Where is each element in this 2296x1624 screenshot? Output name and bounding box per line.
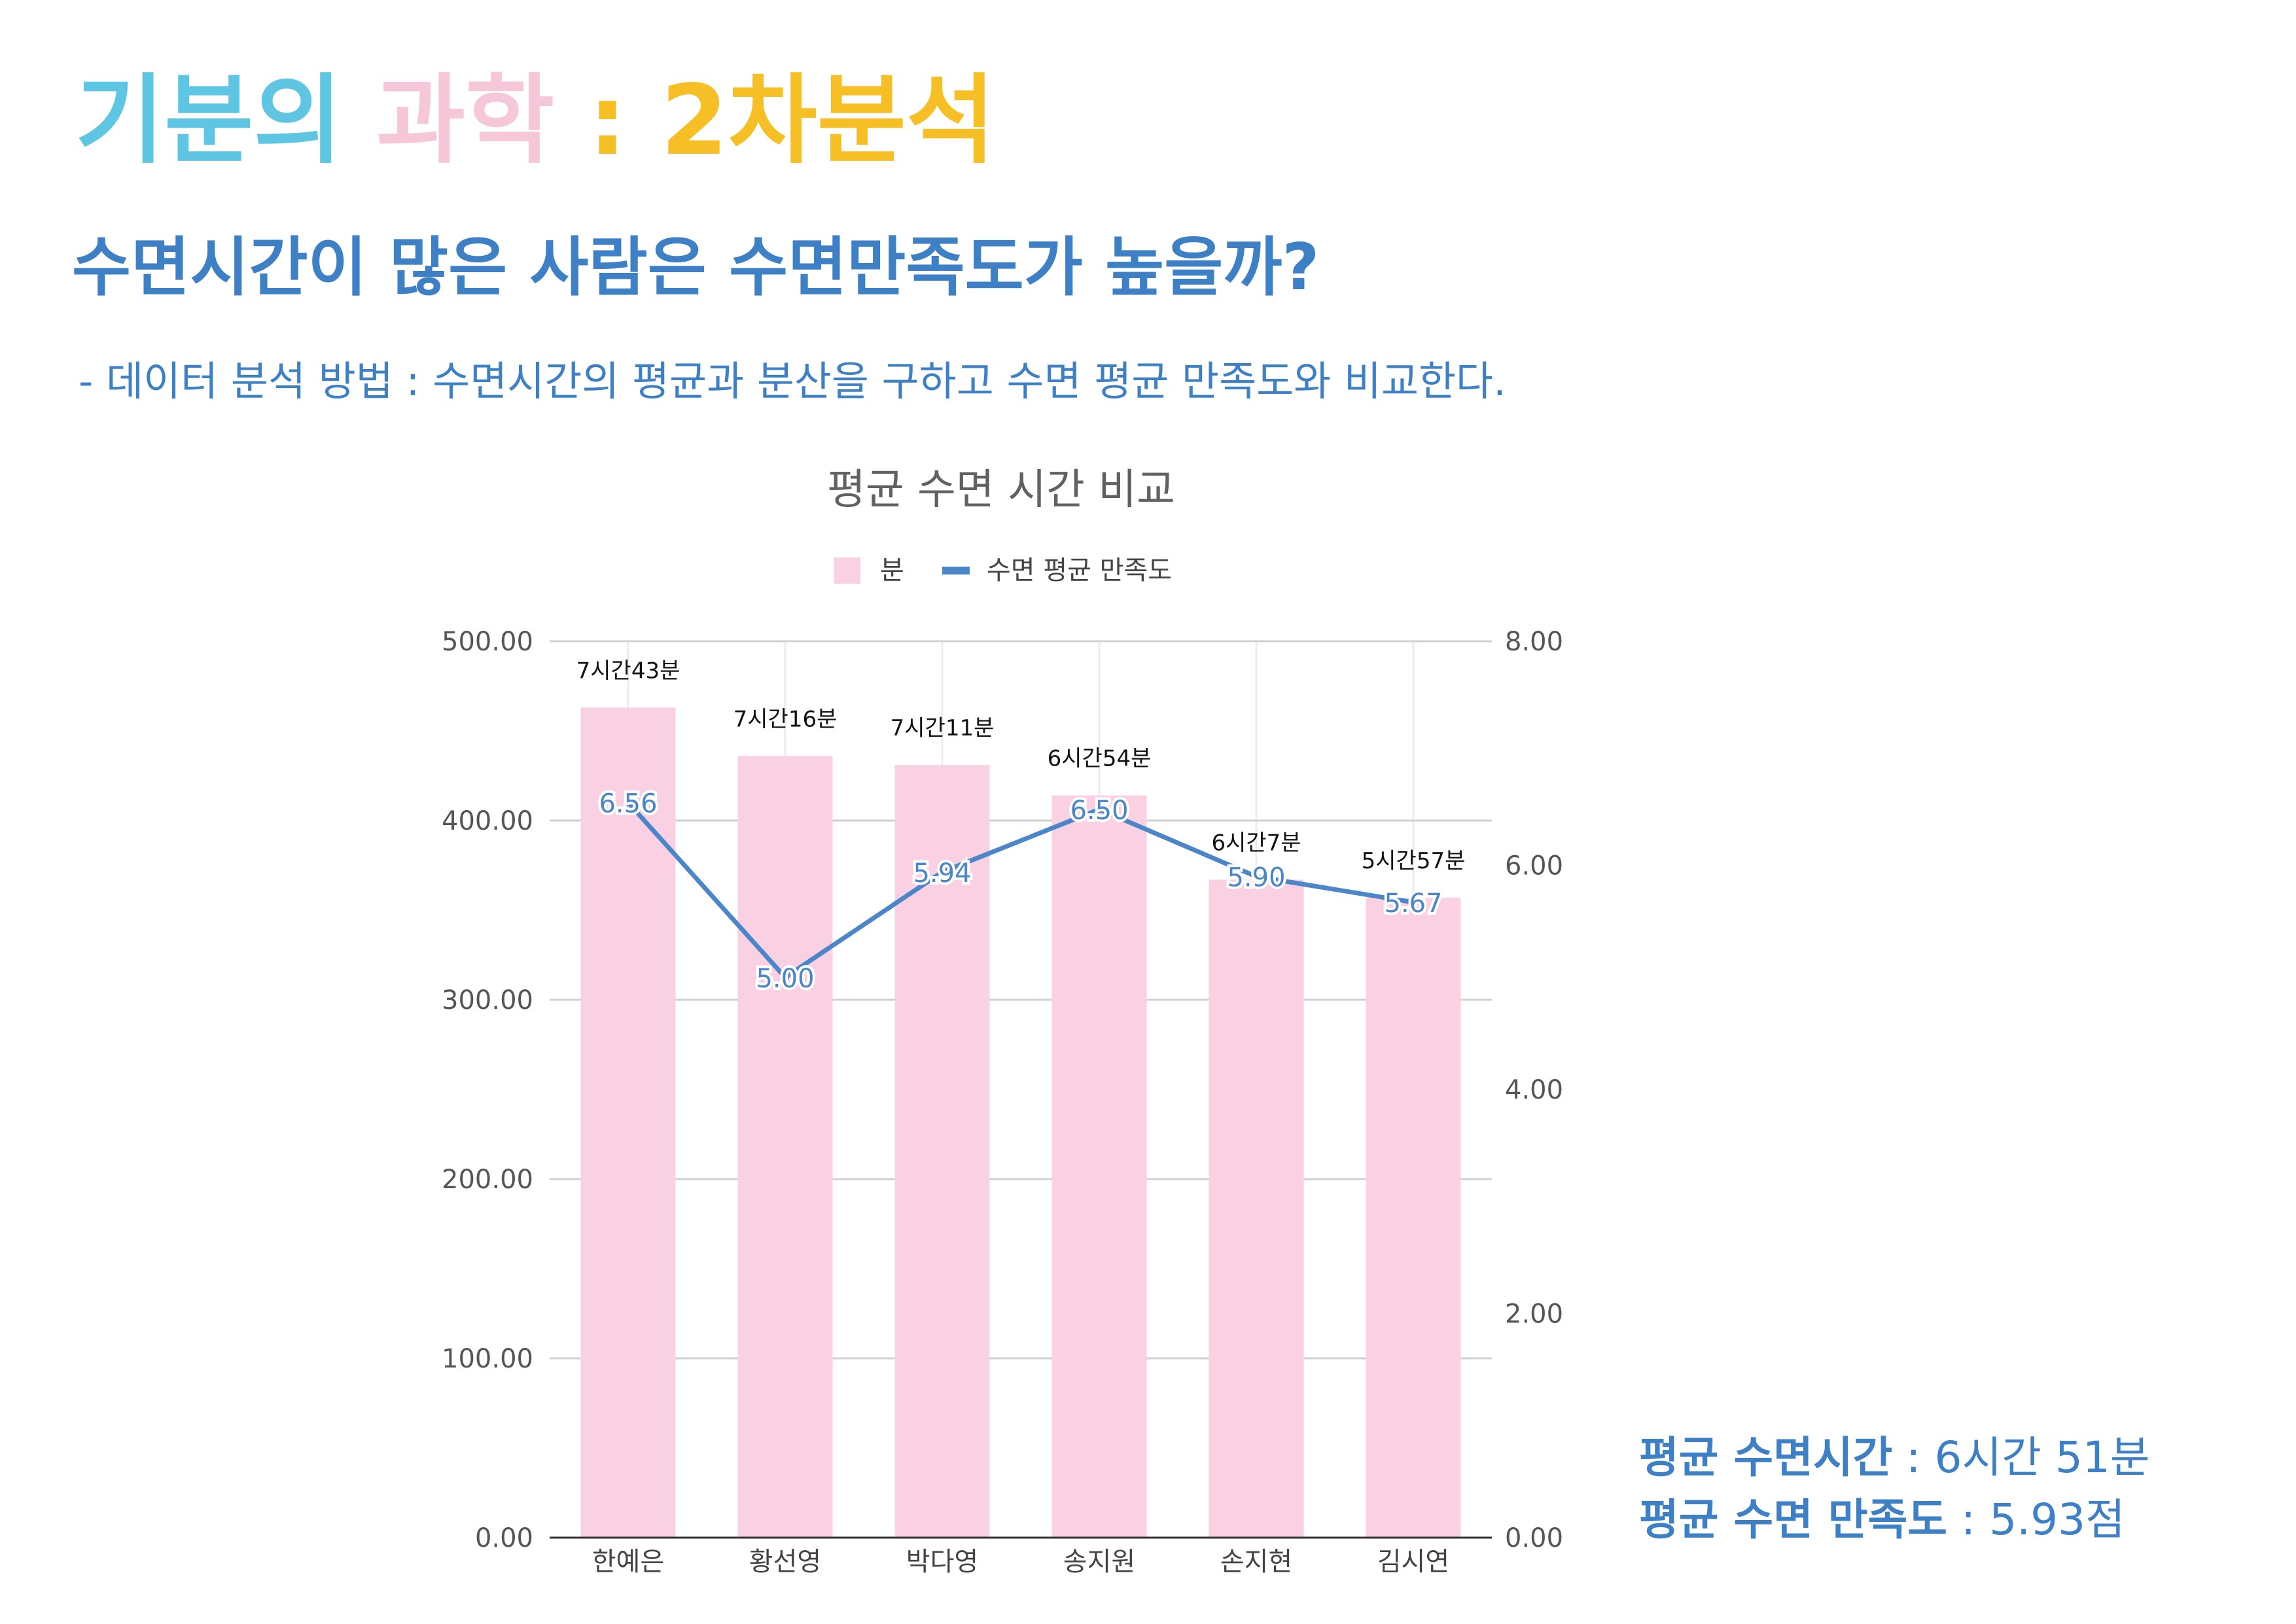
left-axis-tick-label: 500.00 (442, 627, 533, 657)
chart-title: 평균 수면 시간 비교 (827, 466, 1175, 514)
right-axis-tick-label: 2.00 (1505, 1299, 1563, 1330)
bar-data-label: 7시간11분 (891, 715, 995, 741)
legend-bar-label: 분 (880, 556, 904, 586)
summary-sleep-label: 평균 수면시간 (1639, 1432, 1893, 1483)
left-axis-tick-label: 300.00 (442, 985, 533, 1015)
line-data-label: 5.67 (1384, 889, 1442, 919)
bar-data-label: 7시간43분 (576, 658, 680, 684)
category-label: 송지원 (1063, 1547, 1135, 1577)
legend-bar-swatch (834, 557, 860, 584)
line-data-label: 5.00 (756, 964, 814, 994)
bar-data-label: 5시간57분 (1362, 848, 1466, 874)
right-axis-tick-label: 6.00 (1505, 851, 1563, 881)
bar-data-label: 6시간54분 (1048, 746, 1152, 772)
bar (1051, 795, 1147, 1538)
bar-data-label: 6시간7분 (1211, 830, 1301, 856)
line-data-label: 5.90 (1227, 863, 1285, 893)
bar-data-label: 7시간16분 (733, 706, 838, 732)
left-axis-tick-label: 100.00 (442, 1344, 533, 1374)
bar (580, 707, 676, 1538)
summary-satisfaction-label: 평균 수면 만족도 (1639, 1494, 1947, 1545)
bar (1366, 897, 1461, 1538)
sleep-chart: 평균 수면 시간 비교분 수면 평균 만족도 0.00 100.00 200.00 300… (442, 466, 1563, 1577)
summary-satisfaction-value: : 5.93점 (1947, 1494, 2125, 1545)
category-label: 손지현 (1220, 1547, 1292, 1577)
legend-line-swatch (942, 567, 970, 574)
category-label: 한예은 (592, 1547, 664, 1577)
line-data-label: 6.50 (1070, 796, 1128, 826)
left-axis-tick-label: 400.00 (442, 806, 533, 836)
category-label: 박다영 (906, 1547, 978, 1577)
left-axis-tick-label: 200.00 (442, 1165, 533, 1195)
summary-sleep-value: : 6시간 51분 (1892, 1432, 2150, 1483)
right-axis-tick-label: 8.00 (1505, 627, 1563, 657)
right-axis-tick-label: 0.00 (1505, 1523, 1563, 1553)
bar (737, 756, 833, 1538)
summary-satisfaction: 평균 수면 만족도 : 5.93점 (1639, 1498, 2125, 1542)
category-label: 황선영 (749, 1547, 821, 1577)
left-axis-tick-label: 0.00 (475, 1523, 533, 1553)
right-axis-tick-label: 4.00 (1505, 1075, 1563, 1105)
category-label: 김시연 (1377, 1547, 1449, 1577)
bar (1209, 879, 1304, 1538)
line-data-label: 6.56 (599, 789, 657, 819)
summary-sleep: 평균 수면시간 : 6시간 51분 (1639, 1436, 2150, 1479)
line-data-label: 5.94 (913, 858, 971, 889)
legend-line-label: 수면 평균 만족도 (987, 556, 1172, 586)
